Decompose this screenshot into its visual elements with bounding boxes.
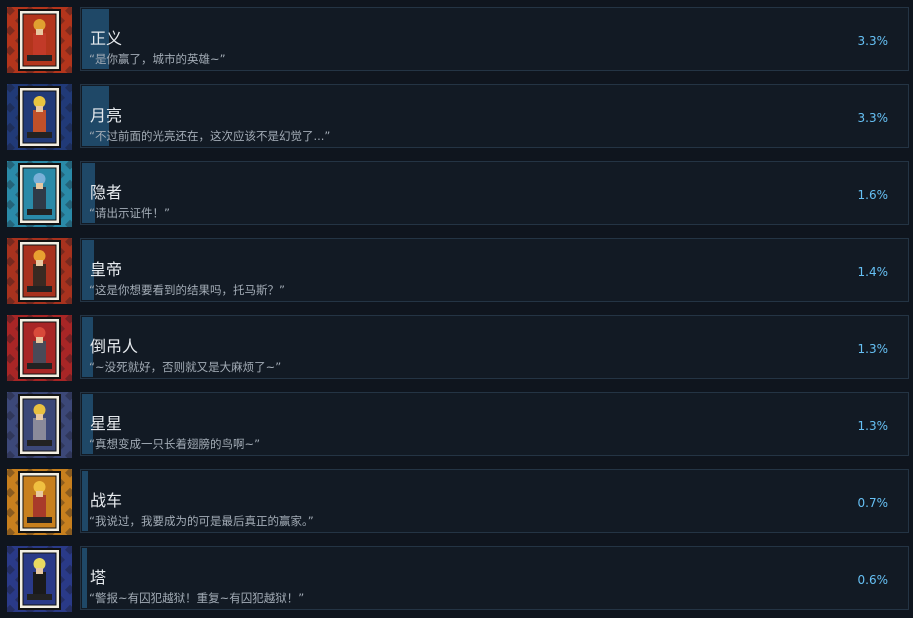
achievement-description: “警报~有囚犯越狱！重复~有囚犯越狱！” bbox=[89, 591, 305, 605]
hermit-tarot-card-icon bbox=[7, 161, 72, 227]
achievement-row[interactable]: 星星 “真想变成一只长着翅膀的鸟啊~” 1.3% bbox=[0, 392, 913, 462]
chariot-tarot-card-icon bbox=[7, 469, 72, 535]
achievement-description: “这是你想要看到的结果吗，托马斯？” bbox=[89, 283, 285, 297]
achievement-row[interactable]: 皇帝 “这是你想要看到的结果吗，托马斯？” 1.4% bbox=[0, 238, 913, 308]
achievement-description: “~没死就好，否则就又是大麻烦了~” bbox=[89, 360, 282, 374]
achievement-panel: 皇帝 “这是你想要看到的结果吗，托马斯？” 1.4% bbox=[80, 238, 909, 302]
unlock-percent: 0.7% bbox=[857, 496, 889, 510]
achievement-title: 皇帝 bbox=[90, 260, 123, 279]
unlock-percent: 1.4% bbox=[857, 265, 889, 279]
achievement-title: 塔 bbox=[90, 568, 107, 587]
achievement-list: 正义 “是你赢了，城市的英雄~” 3.3% 月亮 “不过前面的光亮还在，这次应该不是幻觉… bbox=[0, 0, 913, 618]
achievement-row[interactable]: 倒吊人 “~没死就好，否则就又是大麻烦了~” 1.3% bbox=[0, 315, 913, 385]
achievement-title: 隐者 bbox=[90, 183, 123, 202]
achievement-description: “真想变成一只长着翅膀的鸟啊~” bbox=[89, 437, 261, 451]
achievement-row[interactable]: 正义 “是你赢了，城市的英雄~” 3.3% bbox=[0, 7, 913, 77]
unlock-percent: 1.3% bbox=[857, 419, 889, 433]
achievement-panel: 星星 “真想变成一只长着翅膀的鸟啊~” 1.3% bbox=[80, 392, 909, 456]
achievement-panel: 月亮 “不过前面的光亮还在，这次应该不是幻觉了...” 3.3% bbox=[80, 84, 909, 148]
achievement-panel: 隐者 “请出示证件！” 1.6% bbox=[80, 161, 909, 225]
achievement-title: 倒吊人 bbox=[90, 337, 139, 356]
justice-tarot-card-icon bbox=[7, 7, 72, 73]
moon-tarot-card-icon bbox=[7, 84, 72, 150]
unlock-rate-bar bbox=[82, 471, 88, 531]
achievement-panel: 塔 “警报~有囚犯越狱！重复~有囚犯越狱！” 0.6% bbox=[80, 546, 909, 610]
achievement-title: 月亮 bbox=[90, 106, 123, 125]
achievement-title: 战车 bbox=[90, 491, 123, 510]
unlock-percent: 1.3% bbox=[857, 342, 889, 356]
unlock-rate-bar bbox=[82, 548, 87, 608]
unlock-percent: 1.6% bbox=[857, 188, 889, 202]
achievement-title: 正义 bbox=[90, 29, 123, 48]
unlock-percent: 3.3% bbox=[857, 111, 889, 125]
achievement-panel: 战车 “我说过，我要成为的可是最后真正的赢家。” 0.7% bbox=[80, 469, 909, 533]
achievement-panel: 正义 “是你赢了，城市的英雄~” 3.3% bbox=[80, 7, 909, 71]
achievement-description: “请出示证件！” bbox=[89, 206, 170, 220]
achievement-description: “不过前面的光亮还在，这次应该不是幻觉了...” bbox=[89, 129, 331, 143]
hanged-man-tarot-card-icon bbox=[7, 315, 72, 381]
achievement-panel: 倒吊人 “~没死就好，否则就又是大麻烦了~” 1.3% bbox=[80, 315, 909, 379]
star-tarot-card-icon bbox=[7, 392, 72, 458]
achievement-description: “是你赢了，城市的英雄~” bbox=[89, 52, 226, 66]
achievement-row[interactable]: 月亮 “不过前面的光亮还在，这次应该不是幻觉了...” 3.3% bbox=[0, 84, 913, 154]
emperor-tarot-card-icon bbox=[7, 238, 72, 304]
achievement-row[interactable]: 战车 “我说过，我要成为的可是最后真正的赢家。” 0.7% bbox=[0, 469, 913, 539]
unlock-percent: 3.3% bbox=[857, 34, 889, 48]
achievement-row[interactable]: 塔 “警报~有囚犯越狱！重复~有囚犯越狱！” 0.6% bbox=[0, 546, 913, 616]
achievement-description: “我说过，我要成为的可是最后真正的赢家。” bbox=[89, 514, 314, 528]
achievement-title: 星星 bbox=[90, 414, 123, 433]
achievement-row[interactable]: 隐者 “请出示证件！” 1.6% bbox=[0, 161, 913, 231]
tower-tarot-card-icon bbox=[7, 546, 72, 612]
unlock-percent: 0.6% bbox=[857, 573, 889, 587]
